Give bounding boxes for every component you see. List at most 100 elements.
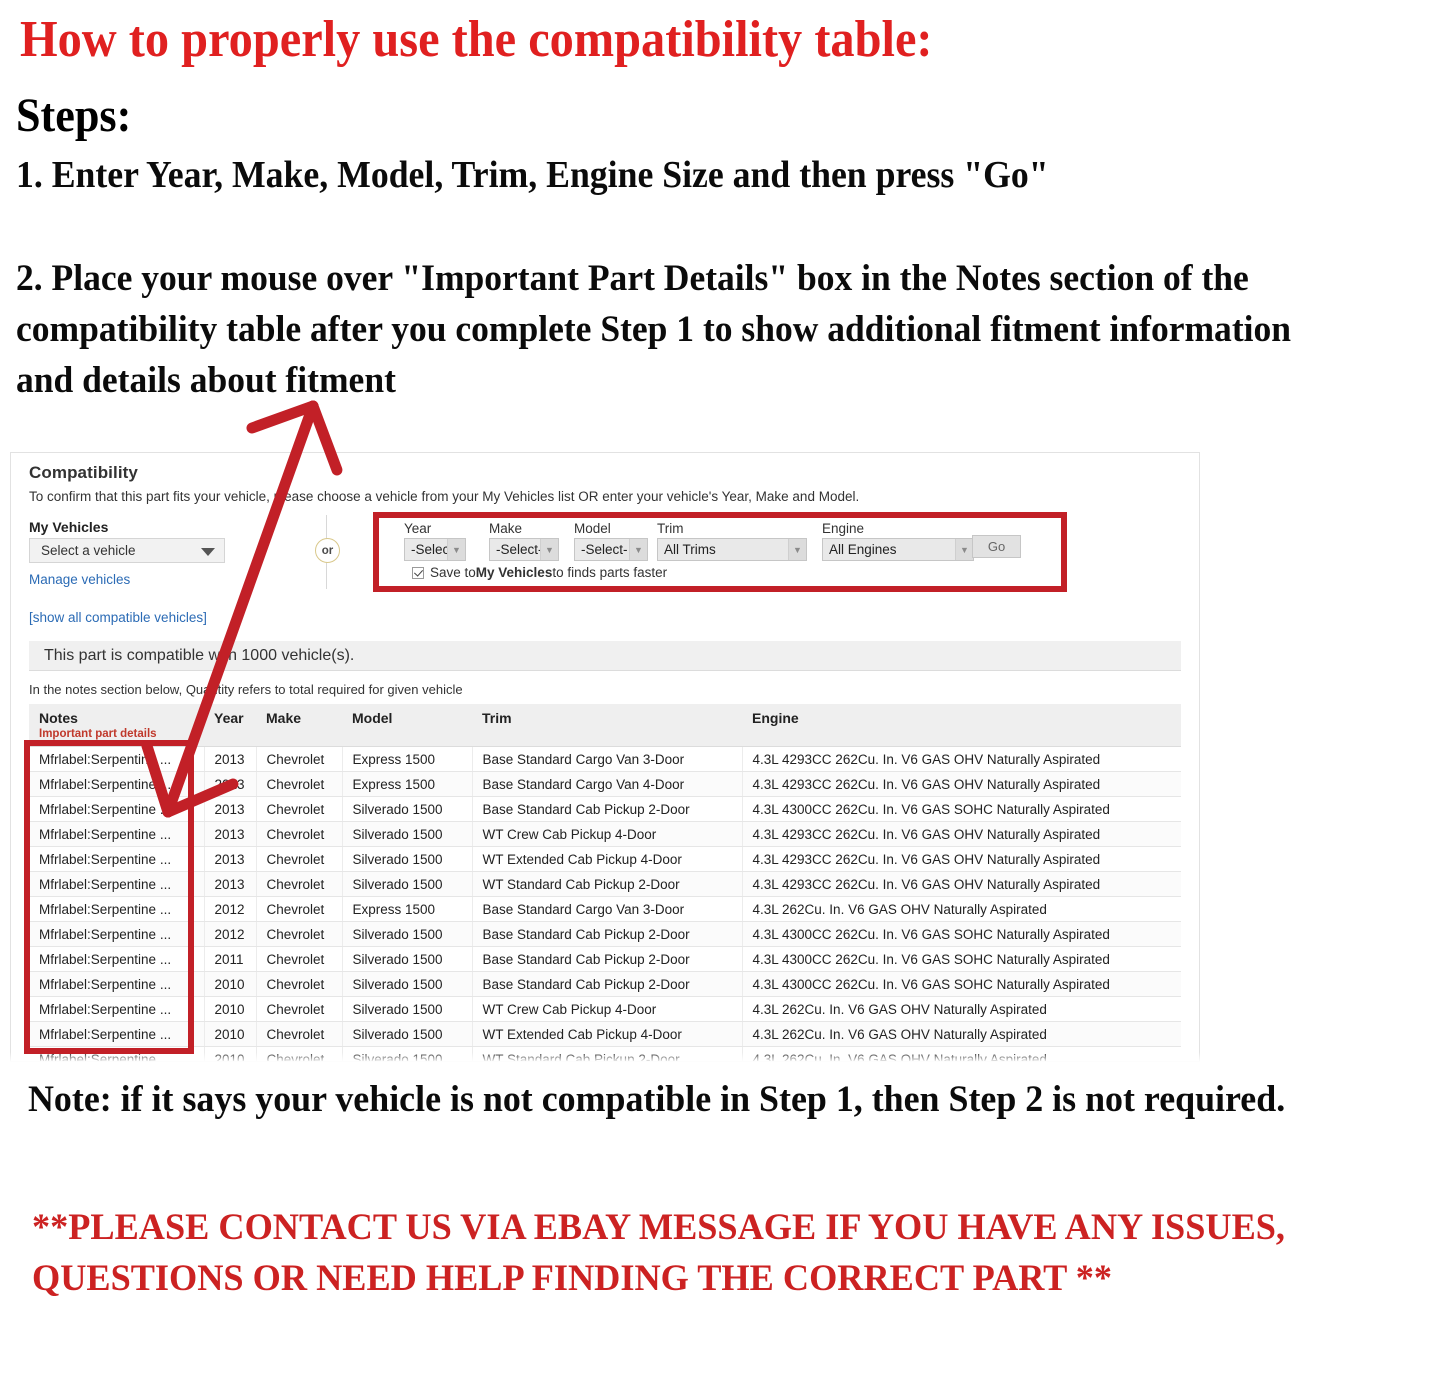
cell-make: Chevrolet <box>256 1021 343 1047</box>
manage-vehicles-link[interactable]: Manage vehicles <box>29 572 130 587</box>
field-model: Model -Select- ▼ <box>574 521 648 561</box>
cell-year: 2010 <box>204 996 257 1022</box>
cell-make: Chevrolet <box>256 821 343 847</box>
cell-trim: Base Standard Cargo Van 3-Door <box>472 746 743 772</box>
field-make: Make -Select- ▼ <box>489 521 559 561</box>
select-value-trim: All Trims <box>664 542 716 557</box>
cell-engine: 4.3L 262Cu. In. V6 GAS OHV Naturally Asp… <box>742 996 1181 1022</box>
cell-year: 2010 <box>204 971 257 997</box>
cell-notes[interactable]: Mfrlabel:Serpentine ... <box>29 946 205 972</box>
cell-notes[interactable]: Mfrlabel:Serpentine ... <box>29 921 205 947</box>
select-engine[interactable]: All Engines ▼ <box>822 538 974 561</box>
compatibility-result-banner: This part is compatible with 1000 vehicl… <box>29 641 1181 671</box>
cell-notes[interactable]: Mfrlabel:Serpentine ... <box>29 771 205 797</box>
select-trim[interactable]: All Trims ▼ <box>657 538 807 561</box>
cell-notes[interactable]: Mfrlabel:Serpentine ... <box>29 821 205 847</box>
table-row: Mfrlabel:Serpentine ... 2013 Chevrolet Silv… <box>29 846 1181 872</box>
field-label-trim: Trim <box>657 521 684 536</box>
column-header-trim[interactable]: Trim <box>472 704 742 747</box>
cell-year: 2013 <box>204 821 257 847</box>
cell-notes[interactable]: Mfrlabel:Serpentine ... <box>29 796 205 822</box>
cell-year: 2010 <box>204 1021 257 1047</box>
field-label-make: Make <box>489 521 523 536</box>
cell-trim: WT Crew Cab Pickup 4-Door <box>472 996 743 1022</box>
chevron-down-icon: ▼ <box>629 539 647 560</box>
save-to-my-vehicles-checkbox[interactable] <box>412 566 424 579</box>
column-header-notes[interactable]: Notes Important part details <box>29 704 204 747</box>
cell-engine: 4.3L 262Cu. In. V6 GAS OHV Naturally Asp… <box>742 1021 1181 1047</box>
select-value-engine: All Engines <box>829 542 897 557</box>
cell-year: 2012 <box>204 896 257 922</box>
field-label-engine: Engine <box>822 521 865 536</box>
cell-trim: Base Standard Cargo Van 4-Door <box>472 771 743 797</box>
vehicle-select[interactable]: Select a vehicle <box>29 538 225 563</box>
chevron-down-icon: ▼ <box>540 539 558 560</box>
chevron-down-icon: ▼ <box>447 539 465 560</box>
cell-notes[interactable]: Mfrlabel:Serpentine ... <box>29 1021 205 1047</box>
field-year: Year -Select- ▼ <box>404 521 466 561</box>
cell-notes[interactable]: Mfrlabel:Serpentine ... <box>29 846 205 872</box>
note-text: Note: if it says your vehicle is not com… <box>28 1079 1286 1120</box>
column-header-model[interactable]: Model <box>342 704 472 747</box>
cell-make: Chevrolet <box>256 946 343 972</box>
cell-engine: 4.3L 4293CC 262Cu. In. V6 GAS OHV Natura… <box>742 846 1181 872</box>
cell-year: 2013 <box>204 871 257 897</box>
save-text-pre: Save to <box>430 565 476 580</box>
save-to-my-vehicles-row[interactable]: Save to My Vehicles to finds parts faste… <box>412 565 667 580</box>
compatibility-table: Notes Important part details Year Make M… <box>29 704 1181 1061</box>
select-year[interactable]: -Select- ▼ <box>404 538 466 561</box>
cell-make: Chevrolet <box>256 846 343 872</box>
cell-engine: 4.3L 4293CC 262Cu. In. V6 GAS OHV Natura… <box>742 771 1181 797</box>
cell-notes[interactable]: Mfrlabel:Serpentine ... <box>29 871 205 897</box>
select-make[interactable]: -Select- ▼ <box>489 538 559 561</box>
or-label: or <box>315 538 340 563</box>
cell-model: Silverado 1500 <box>342 996 473 1022</box>
select-model[interactable]: -Select- ▼ <box>574 538 648 561</box>
cell-make: Chevrolet <box>256 746 343 772</box>
column-header-make[interactable]: Make <box>256 704 342 747</box>
important-part-details-label: Important part details <box>39 728 157 740</box>
cell-trim: Base Standard Cab Pickup 2-Door <box>472 946 743 972</box>
compatibility-heading: Compatibility <box>29 463 138 482</box>
contact-us-text: **PLEASE CONTACT US VIA EBAY MESSAGE IF … <box>32 1207 1285 1300</box>
save-text-post: to finds parts faster <box>552 565 668 580</box>
table-header-row: Notes Important part details Year Make M… <box>29 704 1181 747</box>
show-all-compatible-vehicles-link[interactable]: [show all compatible vehicles] <box>29 610 207 625</box>
select-value-make: -Select- <box>496 542 543 557</box>
cell-model: Silverado 1500 <box>342 946 473 972</box>
table-row: Mfrlabel:Serpentine ... 2013 Chevrolet Expr… <box>29 746 1181 772</box>
cell-notes[interactable]: Mfrlabel:Serpentine ... <box>29 996 205 1022</box>
field-label-model: Model <box>574 521 611 536</box>
table-row: Mfrlabel:Serpentine ...2010ChevroletSilv… <box>29 971 1181 997</box>
select-value-model: -Select- <box>581 542 628 557</box>
column-header-year[interactable]: Year <box>204 704 256 747</box>
table-row: Mfrlabel:Serpentine ...2010ChevroletSilv… <box>29 1021 1181 1047</box>
cell-engine: 4.3L 4293CC 262Cu. In. V6 GAS OHV Natura… <box>742 821 1181 847</box>
table-row: Mfrlabel:Serpentine ... 2012 Chevrolet Expr… <box>29 896 1181 922</box>
vehicle-select-value: Select a vehicle <box>41 543 136 558</box>
field-engine: Engine All Engines ▼ <box>822 521 974 561</box>
notes-quantity-hint: In the notes section below, Quantity ref… <box>29 682 463 697</box>
table-row: Mfrlabel:Serpentine ... 2011 Chevrolet Silv… <box>29 946 1181 972</box>
table-row: Mfrlabel:Serpentine ...2010ChevroletSilv… <box>29 996 1181 1022</box>
cell-notes[interactable]: Mfrlabel:Serpentine ... <box>29 746 205 772</box>
cell-make: Chevrolet <box>256 871 343 897</box>
table-row: Mfrlabel:Serpentine ... 2013 Chevrolet Silv… <box>29 871 1181 897</box>
cell-notes[interactable]: Mfrlabel:Serpentine ... <box>29 896 205 922</box>
cell-model: Silverado 1500 <box>342 846 473 872</box>
column-header-engine[interactable]: Engine <box>742 704 1181 747</box>
cell-engine: 4.3L 4300CC 262Cu. In. V6 GAS SOHC Natur… <box>742 946 1181 972</box>
go-button[interactable]: Go <box>972 535 1021 558</box>
cell-engine: 4.3L 4300CC 262Cu. In. V6 GAS SOHC Natur… <box>742 921 1181 947</box>
field-trim: Trim All Trims ▼ <box>657 521 807 561</box>
cell-engine: 4.3L 4293CC 262Cu. In. V6 GAS OHV Natura… <box>742 871 1181 897</box>
cell-make: Chevrolet <box>256 996 343 1022</box>
table-row: Mfrlabel:Serpentine ... 2012 Chevrolet Silv… <box>29 921 1181 947</box>
cell-year: 2011 <box>204 946 257 972</box>
cell-notes[interactable]: Mfrlabel:Serpentine ... <box>29 971 205 997</box>
cell-make: Chevrolet <box>256 771 343 797</box>
table-row: Mfrlabel:Serpentine ... 2013 Chevrolet Silv… <box>29 796 1181 822</box>
cell-model: Express 1500 <box>342 746 473 772</box>
or-divider: or <box>310 515 344 589</box>
chevron-down-icon: ▼ <box>955 539 973 560</box>
